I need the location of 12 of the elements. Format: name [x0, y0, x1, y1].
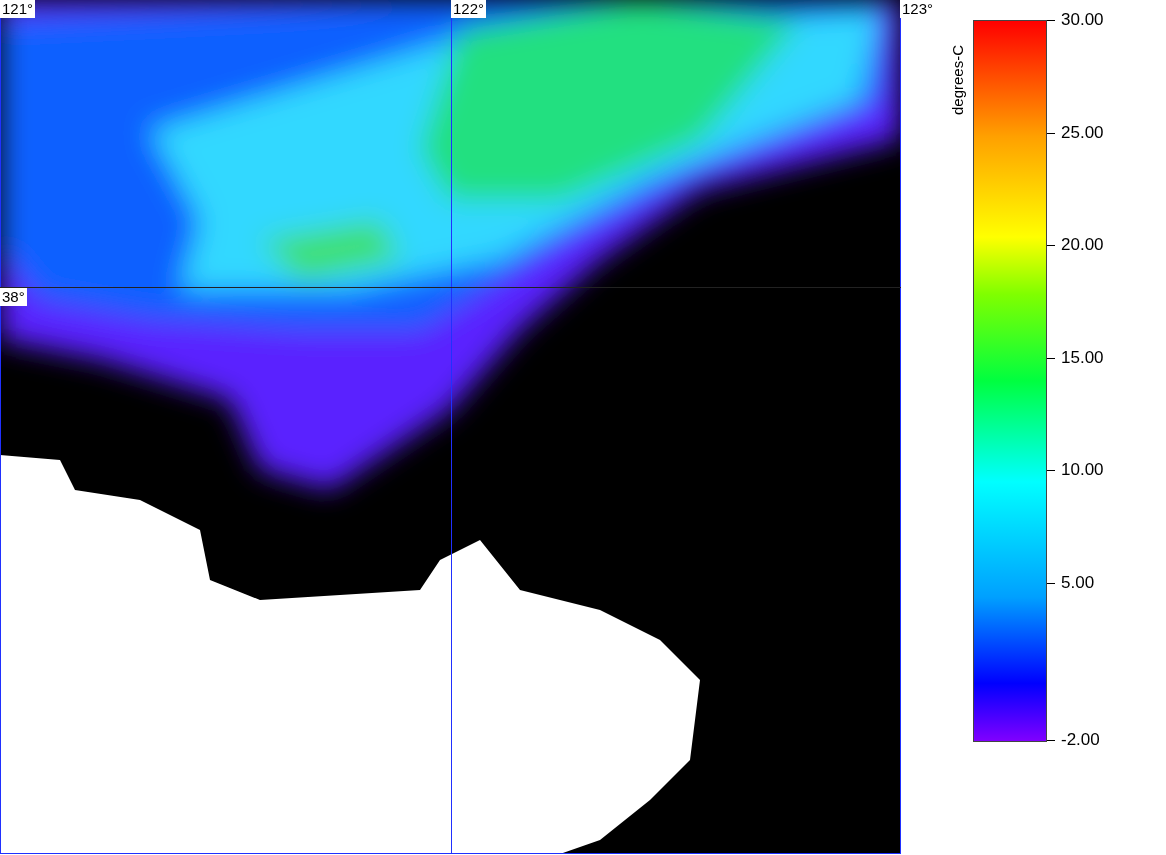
- longitude-label: 121°: [0, 0, 36, 18]
- colorbar-tick-label: 20.00: [1061, 235, 1104, 255]
- longitude-label: 122°: [451, 0, 487, 18]
- colorbar-tick-label: 10.00: [1061, 460, 1104, 480]
- colorbar-title: degrees-C: [949, 44, 966, 115]
- colorbar-tick-label: -2.00: [1061, 730, 1100, 750]
- longitude-label: 123°: [900, 0, 936, 18]
- colorbar-tick-label: 30.00: [1061, 10, 1104, 30]
- latitude-label: 38°: [0, 288, 27, 306]
- colorbar-tick-label: 5.00: [1061, 572, 1095, 593]
- colorbar-tick-label: 15.00: [1061, 347, 1104, 368]
- colorbar-tick-label: 25.00: [1061, 122, 1104, 143]
